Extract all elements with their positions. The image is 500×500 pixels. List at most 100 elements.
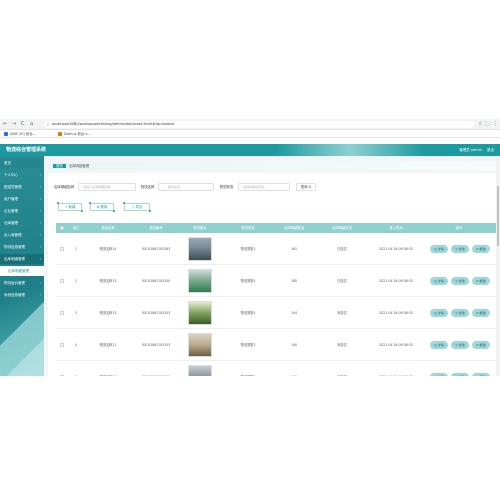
cell-quantity: 161 <box>290 247 298 251</box>
sidebar-item[interactable]: 仓库管理 › <box>0 218 44 228</box>
export-button[interactable]: ⎙ 导出 <box>123 202 151 212</box>
edit-button[interactable]: ✎ 修改 <box>451 245 469 253</box>
placeholder: 请选择物流状态 <box>243 185 265 189</box>
header-user-area: 管理员 admin 退出 <box>455 147 494 153</box>
sidebar-item-label: 出库明细管理 <box>4 257 25 261</box>
col-header: 索引 <box>72 226 80 230</box>
detail-button[interactable]: ◎ 详情 <box>430 245 448 253</box>
table-row[interactable]: 4 物流名称11 ISE-03981705353 物流类型3 190 未送达 2021-04… <box>56 329 496 361</box>
star-icon[interactable]: ☆ <box>478 121 482 128</box>
row-delete-button[interactable]: ⊗ 删除 <box>472 277 490 285</box>
row-delete-button[interactable]: ⊗ 删除 <box>472 341 490 349</box>
cell-quantity: 190 <box>290 343 298 347</box>
reload-icon[interactable]: C <box>21 121 25 128</box>
row-checkbox[interactable] <box>60 247 64 251</box>
bookmark-label: Dash.js 前台 v... <box>64 132 91 136</box>
cell-name: 物流名称11 <box>99 343 117 347</box>
status-select[interactable]: 请选择物流状态 <box>238 183 290 191</box>
logistics-image <box>188 269 212 293</box>
col-header: 操作 <box>455 226 463 230</box>
breadcrumb-home[interactable]: 首页 <box>53 164 66 168</box>
scrollbar[interactable] <box>496 156 500 376</box>
cell-type: 物流类型3 <box>240 343 256 347</box>
back-icon[interactable]: ← <box>3 121 7 128</box>
detail-button[interactable]: ◎ 详情 <box>430 341 448 349</box>
logistics-image <box>188 237 212 261</box>
cell-name: 物流名称14 <box>99 247 117 251</box>
col-header: 物流编号 <box>149 226 163 230</box>
search-icon: ◌ <box>163 185 166 189</box>
bookmark-item[interactable]: SAM (IO) 前台... <box>4 131 36 137</box>
table-row[interactable]: 5物流名称10 ISE-03981705360 物流类型2 120 已送达 2021-04… <box>56 361 496 376</box>
forward-icon[interactable]: → <box>12 121 16 128</box>
bookmark-item[interactable]: Dash.js 前台 v... <box>58 131 90 137</box>
row-checkbox[interactable] <box>60 375 64 376</box>
sidebar-item-label: 物流运价管理 <box>4 281 25 285</box>
table-row[interactable]: 2 物流名称13 ISE-03981705340 物流类型4 180 已送达 2021-04… <box>56 265 496 297</box>
sidebar-item[interactable]: 企业管理 › <box>0 206 44 216</box>
sidebar-item-label: 个人中心 <box>4 173 18 177</box>
cell-index: 2 <box>74 279 78 283</box>
sidebar-item[interactable]: 出库明细管理 <box>0 266 44 276</box>
name-search-input[interactable]: 请输入出库明细名称 <box>78 183 136 191</box>
row-checkbox[interactable] <box>60 279 64 283</box>
logistics-image <box>188 333 212 357</box>
col-header: 物流名称 <box>101 226 115 230</box>
sidebar-item[interactable]: 用户管理 › <box>0 194 44 204</box>
detail-button[interactable]: ◎ 详情 <box>430 277 448 285</box>
cell-type: 物流类型1 <box>240 247 256 251</box>
table-row[interactable]: 3 物流名称13 ISE-03981705343 物流类型4 144 未送达 2021-04… <box>56 297 496 329</box>
chevron-right-icon: › <box>39 245 41 249</box>
sidebar-item-home[interactable]: 首页 <box>0 158 44 168</box>
col-header: 录入时间 <box>389 226 403 230</box>
select-all-checkbox[interactable] <box>60 226 64 230</box>
cell-status: 已送达 <box>337 247 347 251</box>
cell-status: 已送达 <box>337 279 347 283</box>
cell-time: 2021-04-16 09:36:25 <box>379 343 413 347</box>
cell-status: 已送达 <box>320 361 364 376</box>
sidebar-item[interactable]: 出库明细管理 › <box>0 254 44 264</box>
sidebar-item[interactable]: 出入库管理 › <box>0 230 44 240</box>
edit-button[interactable]: ✎ 修改 <box>451 373 469 376</box>
chevron-right-icon: › <box>39 293 41 297</box>
home-icon[interactable]: ⌂ <box>30 121 33 128</box>
sidebar-item-label: 出库明细管理 <box>8 269 29 273</box>
logistics-search-input[interactable]: ◌ 物流名称 <box>158 183 214 191</box>
chevron-right-icon: › <box>39 221 41 225</box>
address-bar[interactable]: ⓘ localhost:8080/wuliuguanlixitong/admin… <box>44 121 474 128</box>
edit-button[interactable]: ✎ 修改 <box>451 277 469 285</box>
sidebar-item[interactable]: 个人中心 › <box>0 170 44 180</box>
table-row[interactable]: 1 物流名称14 ISE-03981705283 物流类型1 161 已送达 2021-04… <box>56 233 496 265</box>
add-button[interactable]: + 新增 <box>57 202 83 212</box>
edit-button[interactable]: ✎ 修改 <box>451 309 469 317</box>
row-delete-button[interactable]: ⊗ 删除 <box>472 373 490 376</box>
bookmarks-bar: SAM (IO) 前台... Dash.js 前台 v... <box>0 130 500 138</box>
sidebar-item[interactable]: 物流信息管理 › <box>0 242 44 252</box>
delete-button[interactable]: ⊗ 删除 <box>89 202 115 212</box>
chevron-right-icon: › <box>39 233 41 237</box>
col-header: 出库明细数量 <box>283 226 305 230</box>
sidebar-item[interactable]: 物流运价管理 › <box>0 278 44 288</box>
search-button[interactable]: 查询 Q <box>296 183 316 191</box>
detail-button[interactable]: ◎ 详情 <box>430 309 448 317</box>
detail-button[interactable]: ◎ 详情 <box>430 373 448 376</box>
edit-button[interactable]: ✎ 修改 <box>451 341 469 349</box>
row-delete-button[interactable]: ⊗ 删除 <box>472 309 490 317</box>
row-delete-button[interactable]: ⊗ 删除 <box>472 245 490 253</box>
row-checkbox[interactable] <box>60 343 64 347</box>
info-icon[interactable]: ⓘ <box>46 121 50 128</box>
main-content: 首页 出库明细管理 出库明细名称 请输入出库明细名称 物流名称 ◌ 物流名称 物流状… <box>44 156 500 376</box>
cell-code: ISE-03981705353 <box>141 343 171 347</box>
extensions-icon[interactable]: ⬚ <box>485 121 490 128</box>
sidebar-item[interactable]: 配送员管理 › <box>0 182 44 192</box>
logout-link[interactable]: 退出 <box>487 148 494 152</box>
sidebar-item[interactable]: 系统信息管理 › <box>0 290 44 300</box>
scrollbar-thumb[interactable] <box>497 186 499 246</box>
row-checkbox[interactable] <box>60 311 64 315</box>
cell-quantity: 180 <box>290 279 298 283</box>
cell-index: 4 <box>74 343 78 347</box>
menu-icon[interactable]: ⋮ <box>493 121 498 128</box>
app-header: 物流综合管理系统 管理员 admin 退出 <box>0 144 500 156</box>
cell-name: 物流名称13 <box>99 279 117 283</box>
cell-quantity: 120 <box>274 361 314 376</box>
